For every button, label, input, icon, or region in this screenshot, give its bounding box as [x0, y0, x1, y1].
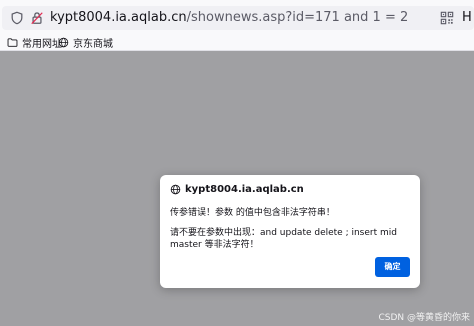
toolbar-right-fragment[interactable]: H [462, 9, 472, 27]
dialog-title: kypt8004.ia.aqlab.cn [170, 184, 304, 195]
url-host: kypt8004.ia.aqlab.cn [50, 10, 187, 25]
folder-icon [7, 37, 18, 47]
dialog-title-text: kypt8004.ia.aqlab.cn [185, 184, 304, 195]
address-bar[interactable]: kypt8004.ia.aqlab.cn/shownews.asp?id=171… [2, 6, 474, 30]
navigation-toolbar: kypt8004.ia.aqlab.cn/shownews.asp?id=171… [0, 0, 474, 34]
shield-icon[interactable] [10, 11, 24, 25]
watermark: CSDN @等黄昏的你来 [378, 313, 470, 323]
lock-icon[interactable] [30, 11, 44, 25]
globe-icon [58, 37, 69, 47]
bookmark-item-common-sites[interactable]: 常用网址 [7, 35, 62, 50]
qr-code-icon[interactable] [440, 11, 454, 25]
url-path: /shownews.asp?id=171 and 1 = 2 [186, 10, 409, 25]
bookmarks-toolbar: 常用网址 京东商城 [0, 34, 474, 51]
globe-icon [170, 184, 181, 195]
bookmark-item-jd-mall[interactable]: 京东商城 [58, 35, 113, 50]
bookmark-label: 常用网址 [22, 38, 62, 50]
bookmark-label: 京东商城 [73, 38, 113, 50]
alert-dialog: kypt8004.ia.aqlab.cn 传参错误！参数 的值中包含非法字符串！… [160, 175, 420, 288]
ok-button[interactable]: 确定 [375, 257, 410, 277]
url-text[interactable]: kypt8004.ia.aqlab.cn/shownews.asp?id=171… [50, 9, 408, 27]
browser-window: kypt8004.ia.aqlab.cn/shownews.asp?id=171… [0, 0, 474, 326]
dialog-message-line1: 传参错误！参数 的值中包含非法字符串！ [170, 208, 335, 218]
dialog-message-line2: 请不要在参数中出现：and update delete ; insert mid… [170, 228, 397, 250]
